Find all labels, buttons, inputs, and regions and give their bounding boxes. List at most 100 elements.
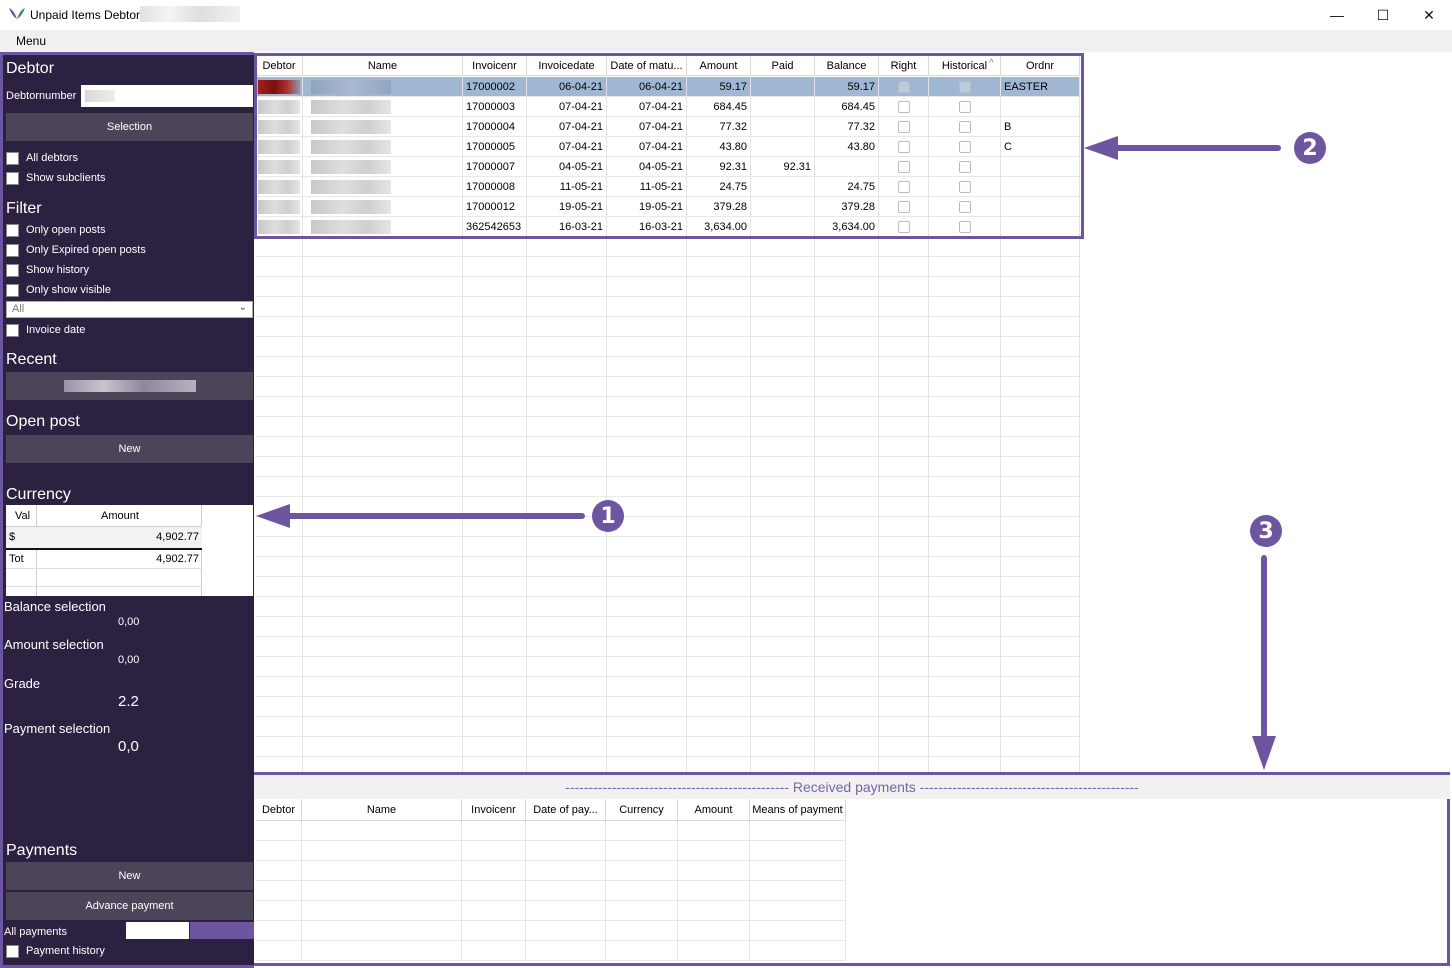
- historical-checkbox[interactable]: [958, 180, 971, 193]
- menu-item-menu[interactable]: Menu: [16, 34, 46, 48]
- cell-maturity: [607, 337, 687, 357]
- only-visible-checkbox[interactable]: Only show visible: [6, 282, 111, 298]
- empty-table-row: [256, 257, 1080, 277]
- right-checkbox[interactable]: [897, 160, 910, 173]
- payments-column-header-debtor[interactable]: Debtor: [256, 799, 302, 821]
- invoice-date-checkbox[interactable]: Invoice date: [6, 322, 85, 338]
- cell-amount: [687, 457, 751, 477]
- payments-column-header-currency[interactable]: Currency: [606, 799, 678, 821]
- column-header-right[interactable]: Right: [879, 56, 929, 76]
- checkbox-box[interactable]: [6, 151, 19, 165]
- app-logo-icon: [9, 8, 25, 19]
- table-row[interactable]: 17000005 07-04-21 07-04-21 43.80 43.80 C: [256, 137, 1080, 157]
- advance-payment-button[interactable]: Advance payment: [6, 892, 253, 920]
- historical-checkbox[interactable]: [958, 120, 971, 133]
- table-row[interactable]: 17000007 04-05-21 04-05-21 92.31 92.31: [256, 157, 1080, 177]
- cell-maturity: 19-05-21: [607, 197, 687, 217]
- empty-payment-cell: [526, 861, 606, 881]
- cell-historical: [929, 417, 1001, 437]
- column-header-amount[interactable]: Amount: [687, 56, 751, 76]
- cell-invoicedate: [527, 397, 607, 417]
- right-checkbox[interactable]: [897, 180, 910, 193]
- historical-checkbox[interactable]: [958, 160, 971, 173]
- selection-button[interactable]: Selection: [6, 113, 253, 141]
- empty-table-row: [256, 537, 1080, 557]
- all-debtors-checkbox[interactable]: All debtors: [6, 150, 78, 166]
- cell-invoicedate: [527, 377, 607, 397]
- open-post-new-button[interactable]: New: [6, 435, 253, 463]
- column-header-debtor[interactable]: Debtor: [256, 56, 303, 76]
- cell-historical: [929, 637, 1001, 657]
- table-row[interactable]: 17000003 07-04-21 07-04-21 684.45 684.45: [256, 97, 1080, 117]
- right-checkbox[interactable]: [897, 80, 910, 93]
- table-row[interactable]: $ 4,902.77: [6, 527, 202, 548]
- cell-paid: [751, 737, 815, 757]
- show-history-checkbox[interactable]: Show history: [6, 262, 89, 278]
- table-row[interactable]: 17000012 19-05-21 19-05-21 379.28 379.28: [256, 197, 1080, 217]
- maximize-button[interactable]: ☐: [1360, 0, 1406, 30]
- cell-balance: [815, 737, 879, 757]
- checkbox-box[interactable]: [6, 223, 19, 237]
- historical-checkbox[interactable]: [958, 220, 971, 233]
- payments-column-header-means-of-payment[interactable]: Means of payment: [750, 799, 846, 821]
- historical-checkbox[interactable]: [958, 140, 971, 153]
- historical-checkbox[interactable]: [958, 100, 971, 113]
- minimize-button[interactable]: —: [1314, 0, 1360, 30]
- table-row[interactable]: 17000004 07-04-21 07-04-21 77.32 77.32 B: [256, 117, 1080, 137]
- checkbox-box[interactable]: [6, 171, 19, 185]
- only-expired-checkbox[interactable]: Only Expired open posts: [6, 242, 146, 258]
- all-payments-toggle[interactable]: [190, 922, 254, 939]
- recent-item[interactable]: [6, 372, 253, 400]
- show-subclients-checkbox[interactable]: Show subclients: [6, 170, 106, 186]
- filter-dropdown[interactable]: All ⌄: [6, 301, 253, 318]
- checkbox-box[interactable]: [6, 283, 19, 297]
- cell-ordnr: [1001, 237, 1080, 257]
- right-checkbox[interactable]: [897, 120, 910, 133]
- column-header-ordnr[interactable]: Ordnr: [1001, 56, 1080, 76]
- right-checkbox[interactable]: [897, 100, 910, 113]
- cell-balance: [815, 717, 879, 737]
- cell-right: [879, 237, 929, 257]
- right-checkbox[interactable]: [897, 220, 910, 233]
- payment-history-checkbox[interactable]: Payment history: [6, 943, 105, 959]
- cell-maturity: 11-05-21: [607, 177, 687, 197]
- redacted-name: [311, 180, 391, 194]
- checkbox-box[interactable]: [6, 944, 19, 958]
- checkbox-box[interactable]: [6, 243, 19, 257]
- right-checkbox[interactable]: [897, 140, 910, 153]
- only-open-posts-checkbox[interactable]: Only open posts: [6, 222, 106, 238]
- column-header-name[interactable]: Name: [303, 56, 463, 76]
- empty-payment-cell: [750, 821, 846, 841]
- all-payments-input[interactable]: [126, 922, 189, 939]
- table-row[interactable]: Tot 4,902.77: [6, 550, 202, 569]
- column-header-paid[interactable]: Paid: [751, 56, 815, 76]
- checkbox-box[interactable]: [6, 323, 19, 337]
- debtornumber-input[interactable]: [81, 85, 253, 107]
- table-row[interactable]: 362542653 16-03-21 16-03-21 3,634.00 3,634.0…: [256, 217, 1080, 237]
- empty-table-row: [256, 477, 1080, 497]
- cell-right: [879, 117, 929, 137]
- close-button[interactable]: ✕: [1406, 0, 1452, 30]
- payments-column-header-date-of-payment[interactable]: Date of pay...: [526, 799, 606, 821]
- table-row[interactable]: 17000008 11-05-21 11-05-21 24.75 24.75: [256, 177, 1080, 197]
- cell-invoicenr: [463, 377, 527, 397]
- cell-amount: [687, 317, 751, 337]
- table-row[interactable]: 17000002 06-04-21 06-04-21 59.17 59.17 EASTER: [256, 77, 1080, 97]
- cell-balance: [815, 457, 879, 477]
- cell-balance: [815, 257, 879, 277]
- column-header-balance[interactable]: Balance: [815, 56, 879, 76]
- right-checkbox[interactable]: [897, 200, 910, 213]
- cell-ordnr: EASTER: [1001, 77, 1080, 97]
- column-header-maturity[interactable]: Date of matu...: [607, 56, 687, 76]
- historical-checkbox[interactable]: [958, 80, 971, 93]
- payments-column-header-name[interactable]: Name: [302, 799, 462, 821]
- payments-column-header-invoicenr[interactable]: Invoicenr: [462, 799, 526, 821]
- cell-paid: [751, 117, 815, 137]
- payments-new-button[interactable]: New: [6, 862, 253, 890]
- column-header-invoicenr[interactable]: Invoicenr: [463, 56, 527, 76]
- payments-column-header-amount[interactable]: Amount: [678, 799, 750, 821]
- checkbox-box[interactable]: [6, 263, 19, 277]
- column-header-invoicedate[interactable]: Invoicedate: [527, 56, 607, 76]
- historical-checkbox[interactable]: [958, 200, 971, 213]
- cell-invoicenr: [463, 237, 527, 257]
